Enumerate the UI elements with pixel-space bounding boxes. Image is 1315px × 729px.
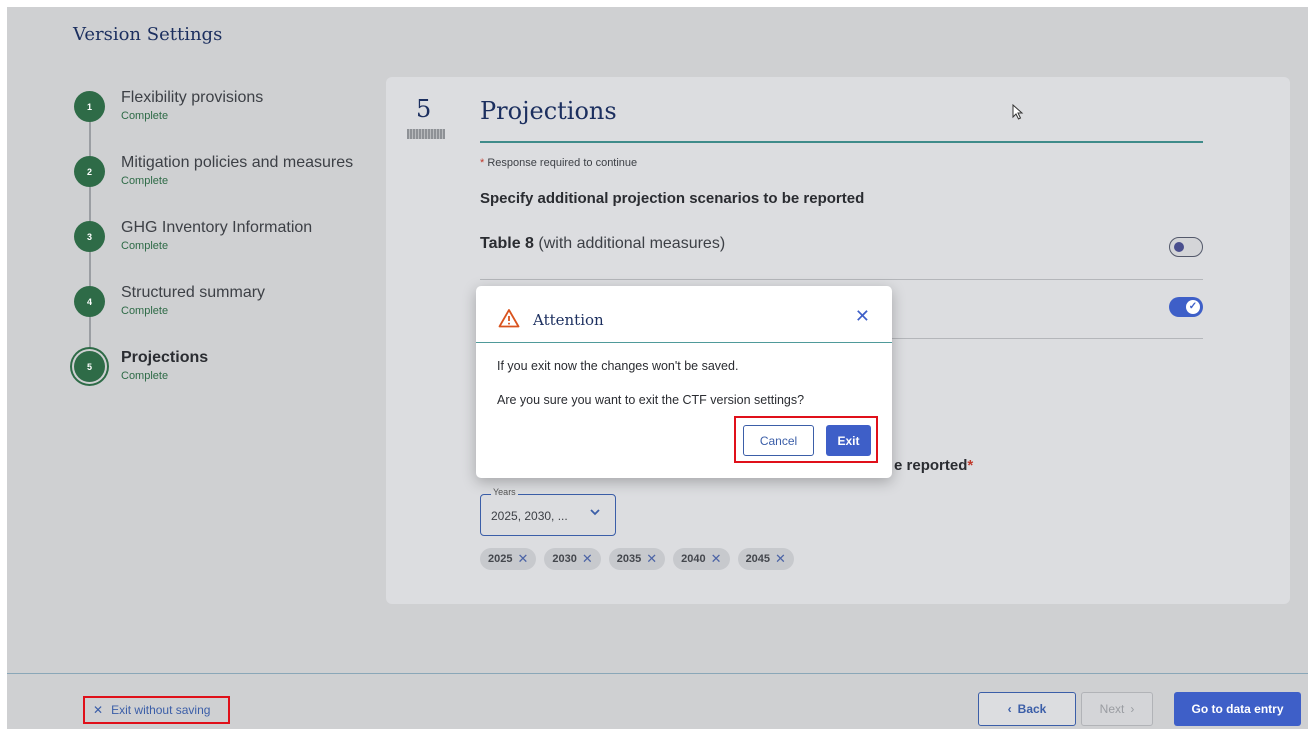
step-status: Complete (121, 370, 169, 382)
required-star: * (967, 457, 974, 474)
step-status: Complete (121, 175, 169, 187)
years-heading: e reported* (894, 457, 973, 474)
toggle-knob (1174, 242, 1184, 252)
exit-without-saving-button[interactable]: ✕ Exit without saving (83, 696, 230, 724)
year-chip[interactable]: 2035 ✕ (608, 548, 666, 570)
close-icon[interactable]: ✕ (711, 551, 722, 567)
chevron-down-icon (589, 505, 601, 521)
dialog-title: Attention (533, 311, 604, 329)
mouse-cursor-icon (1012, 104, 1024, 120)
year-chip[interactable]: 2025 ✕ (480, 548, 537, 570)
step-number-badge: 5 (74, 351, 105, 382)
close-icon[interactable]: ✕ (855, 306, 870, 327)
go-to-data-entry-button[interactable]: Go to data entry (1174, 692, 1301, 726)
check-icon: ✓ (1186, 300, 1200, 314)
step-flexibility-provisions[interactable]: 1 Flexibility provisions Complete (71, 85, 381, 135)
required-note-text: Response required to continue (487, 157, 638, 169)
step-status: Complete (121, 240, 169, 252)
card-title: Projections (480, 97, 617, 125)
cancel-button[interactable]: Cancel (743, 425, 814, 456)
step-title: GHG Inventory Information (121, 219, 313, 236)
step-number-badge: 4 (74, 286, 105, 317)
chip-label: 2035 (616, 553, 642, 565)
close-icon[interactable]: ✕ (646, 551, 657, 567)
close-icon: ✕ (93, 703, 104, 717)
step-title: Flexibility provisions (121, 89, 264, 106)
year-chip[interactable]: 2030 ✕ (544, 548, 601, 570)
years-heading-text: e reported (894, 457, 968, 474)
table8-description: (with additional measures) (538, 235, 726, 252)
step-title: Mitigation policies and measures (121, 154, 354, 171)
chevron-left-icon: ‹ (1007, 702, 1012, 716)
step-mitigation-policies[interactable]: 2 Mitigation policies and measures Compl… (71, 150, 381, 200)
exit-button[interactable]: Exit (826, 425, 871, 456)
step-number-badge: 3 (74, 221, 105, 252)
table8-toggle[interactable] (1169, 237, 1203, 257)
step-title: Structured summary (121, 284, 266, 301)
step-projections[interactable]: 5 Projections Complete (71, 345, 381, 395)
dialog-divider (476, 342, 892, 343)
step-title: Projections (121, 349, 209, 366)
year-chip[interactable]: 2045 ✕ (737, 548, 794, 570)
dialog-message: If you exit now the changes won't be sav… (497, 359, 739, 373)
step-status: Complete (121, 305, 169, 317)
page-title: Version Settings (73, 24, 223, 45)
title-divider (480, 141, 1203, 143)
years-select[interactable]: Years 2025, 2030, ... (480, 487, 616, 536)
card-step-number: 5 (416, 95, 432, 123)
table8-name: Table 8 (480, 235, 534, 252)
step-number-badge: 1 (74, 91, 105, 122)
step-ghg-inventory[interactable]: 3 GHG Inventory Information Complete (71, 215, 381, 265)
next-button[interactable]: Next › (1081, 692, 1153, 726)
year-chip[interactable]: 2040 ✕ (673, 548, 730, 570)
table8-label: Table 8 (with additional measures) (480, 235, 725, 253)
scenarios-heading: Specify additional projection scenarios … (480, 190, 865, 207)
year-chips: 2025 ✕ 2030 ✕ 2035 ✕ 2040 ✕ 2045 ✕ (480, 548, 794, 570)
attention-dialog: Attention ✕ If you exit now the changes … (476, 286, 892, 478)
dialog-actions-highlight: Cancel Exit (734, 416, 878, 463)
step-structured-summary[interactable]: 4 Structured summary Complete (71, 280, 381, 330)
next-label: Next (1099, 702, 1125, 716)
years-select-label: Years (491, 487, 518, 497)
years-select-value: 2025, 2030, ... (491, 509, 568, 523)
step-number-badge: 2 (74, 156, 105, 187)
back-button[interactable]: ‹ Back (978, 692, 1076, 726)
required-star: * (480, 157, 485, 169)
chip-label: 2045 (745, 553, 771, 565)
exit-without-saving-label: Exit without saving (111, 703, 211, 717)
chip-label: 2025 (488, 553, 513, 565)
required-note: * Response required to continue (480, 157, 637, 169)
dialog-question: Are you sure you want to exit the CTF ve… (497, 393, 805, 407)
step-status: Complete (121, 110, 169, 122)
chip-label: 2040 (681, 553, 706, 565)
close-icon[interactable]: ✕ (775, 551, 786, 567)
step-number-underline (407, 129, 445, 139)
chevron-right-icon: › (1130, 702, 1135, 716)
close-icon[interactable]: ✕ (582, 551, 593, 567)
close-icon[interactable]: ✕ (517, 551, 528, 567)
warning-icon (498, 309, 520, 328)
row-divider (480, 279, 1203, 280)
footer-bar: ✕ Exit without saving ‹ Back Next › Go t… (7, 673, 1308, 729)
chip-label: 2030 (552, 553, 577, 565)
back-label: Back (1017, 702, 1047, 716)
scenario-toggle-on[interactable]: ✓ (1169, 297, 1203, 317)
